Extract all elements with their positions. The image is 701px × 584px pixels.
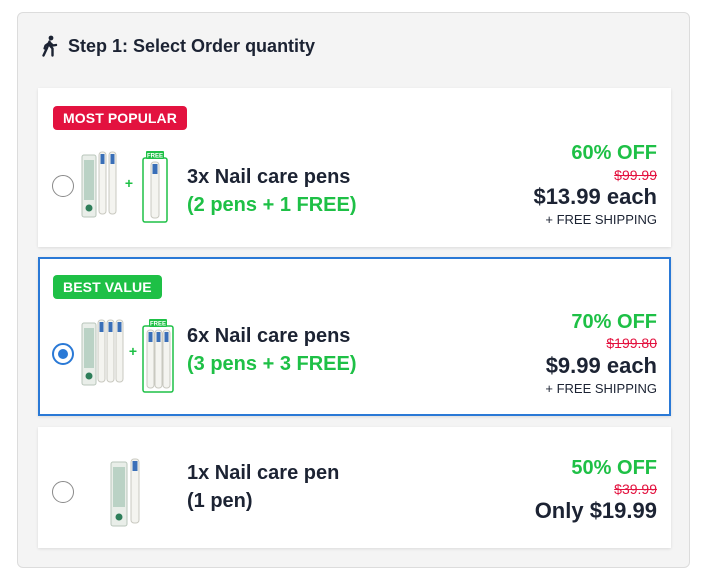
price-6x: $9.99 each (545, 353, 657, 378)
discount-label-3x: 60% OFF (571, 142, 657, 164)
discount-label-1x: 50% OFF (571, 457, 657, 479)
option-card-3x[interactable]: MOST POPULAR + FREE 3x Nail care pens (2… (38, 88, 671, 247)
discount-label-6x: 70% OFF (571, 311, 657, 333)
step-title: Step 1: Select Order quantity (68, 35, 316, 56)
option-subtitle-6x: (3 pens + 3 FREE) (187, 353, 357, 375)
option-title-6x: 6x Nail care pens (187, 325, 351, 347)
option-subtitle-1x: (1 pen) (187, 490, 253, 512)
svg-text:FREE: FREE (150, 322, 166, 328)
option-card-6x[interactable]: BEST VALUE + FREE 6x Nail care pens (3 p… (38, 257, 671, 416)
best-value-badge: BEST VALUE (53, 275, 162, 299)
shipping-note-6x: + FREE SHIPPING (545, 381, 657, 396)
option-radio-1x[interactable] (52, 481, 74, 503)
option-radio-3x[interactable] (52, 175, 74, 197)
svg-text:FREE: FREE (147, 154, 163, 160)
svg-text:+: + (129, 343, 137, 359)
option-subtitle-3x: (2 pens + 1 FREE) (187, 194, 357, 216)
option-title-1x: 1x Nail care pen (187, 462, 340, 484)
option-radio-6x[interactable] (52, 343, 74, 365)
price-3x: $13.99 each (533, 184, 657, 209)
svg-text:+: + (125, 175, 133, 191)
original-price-3x: $99.99 (614, 167, 657, 183)
product-image-6-pens: + FREE (81, 318, 176, 399)
most-popular-badge: MOST POPULAR (53, 106, 187, 130)
option-title-3x: 3x Nail care pens (187, 166, 351, 188)
original-price-6x: $199.80 (606, 335, 657, 351)
order-quantity-panel: Step 1: Select Order quantity MOST POPUL… (17, 12, 690, 568)
product-image-1-pen (110, 457, 144, 534)
option-card-1x[interactable]: 1x Nail care pen (1 pen) 50% OFF $39.99 … (38, 427, 671, 548)
original-price-1x: $39.99 (614, 481, 657, 497)
shipping-note-3x: + FREE SHIPPING (545, 212, 657, 227)
walking-person-icon (40, 35, 60, 57)
step-header: Step 1: Select Order quantity (40, 34, 315, 58)
product-image-3-pens: + FREE (81, 150, 176, 229)
price-1x: Only $19.99 (534, 498, 657, 523)
